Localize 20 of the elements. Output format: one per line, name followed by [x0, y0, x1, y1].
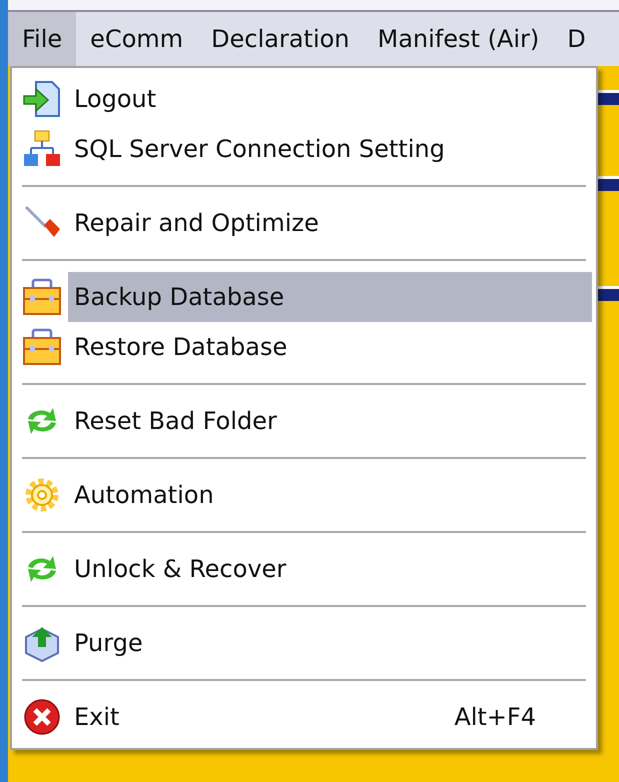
menu-item[interactable]: Logout — [68, 74, 592, 124]
menu-item[interactable]: Repair and Optimize — [68, 198, 592, 248]
menu-item[interactable]: Restore Database — [68, 322, 592, 372]
menu-bar-item[interactable]: Declaration — [197, 12, 364, 66]
document-arrow-icon — [22, 79, 62, 119]
toolbox-icon — [22, 327, 62, 367]
menu-bar-item[interactable]: eComm — [76, 12, 198, 66]
menu-item[interactable]: Automation — [68, 470, 592, 520]
menu-item[interactable]: Reset Bad Folder — [68, 396, 592, 446]
menu-bar-item[interactable]: Manifest (Air) — [364, 12, 554, 66]
menu-item[interactable]: Purge — [68, 618, 592, 668]
close-icon — [22, 697, 62, 737]
menu-bar-item[interactable]: D — [553, 12, 600, 66]
menu-item[interactable]: Unlock & Recover — [68, 544, 592, 594]
network-icon — [22, 129, 62, 169]
menu-item[interactable]: SQL Server Connection Setting — [68, 124, 592, 174]
toolbox-icon — [22, 277, 62, 317]
menu-item[interactable]: Backup Database — [68, 272, 592, 322]
menu-bar-item[interactable]: File — [8, 12, 76, 66]
menu-item[interactable]: Exit Alt+F4 — [68, 692, 592, 742]
